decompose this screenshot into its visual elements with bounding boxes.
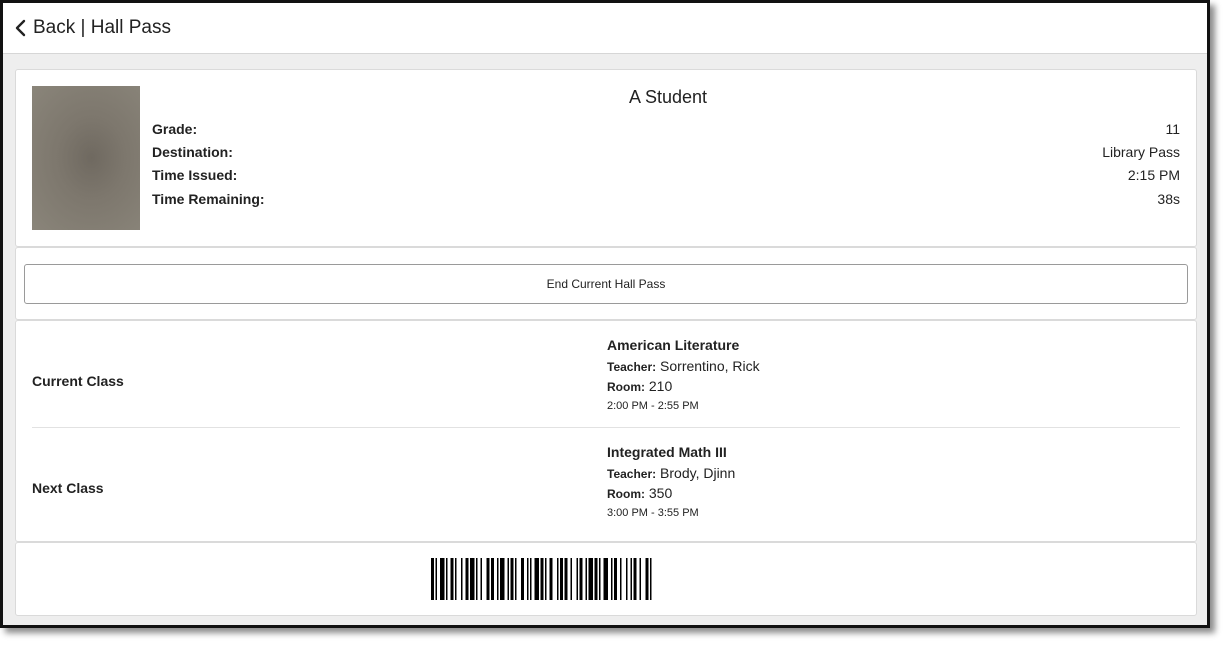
time-remaining-label: Time Remaining: (152, 191, 265, 207)
back-button[interactable]: Back | Hall Pass (13, 17, 171, 39)
next-class-info: Integrated Math III Teacher: Brody, Djin… (607, 444, 735, 519)
current-class-section: Current Class American Literature Teache… (32, 321, 1180, 428)
current-class-info: American Literature Teacher: Sorrentino,… (607, 337, 760, 412)
time-issued-value: 2:15 PM (1127, 167, 1180, 183)
next-class-section: Next Class Integrated Math III Teacher: … (32, 428, 1180, 534)
room-key: Room: (607, 487, 645, 501)
student-photo (32, 86, 140, 230)
destination-row: Destination: Library Pass (152, 142, 1180, 162)
time-remaining-value: 38s (1157, 191, 1180, 207)
student-card: A Student Grade: 11 Destination: Library… (15, 69, 1197, 247)
grade-row: Grade: 11 (152, 119, 1180, 139)
current-course-name: American Literature (607, 337, 740, 353)
room-key: Room: (607, 380, 645, 394)
next-teacher-line: Teacher: Brody, Djinn (607, 465, 735, 481)
current-class-time: 2:00 PM - 2:55 PM (607, 400, 699, 412)
next-class-label: Next Class (32, 480, 104, 496)
time-issued-row: Time Issued: 2:15 PM (152, 165, 1180, 185)
next-room-number: 350 (648, 485, 673, 501)
back-label: Back | Hall Pass (33, 17, 171, 38)
barcode-icon (431, 558, 652, 600)
student-name: A Student (628, 87, 708, 107)
next-room-line: Room: 350 (607, 485, 735, 501)
next-class-time: 3:00 PM - 3:55 PM (607, 507, 699, 519)
current-room-line: Room: 210 (607, 378, 760, 394)
teacher-key: Teacher: (607, 360, 657, 374)
next-teacher-name: Brody, Djinn (660, 465, 736, 481)
classes-card: Current Class American Literature Teache… (15, 320, 1197, 542)
time-remaining-row: Time Remaining: 38s (152, 189, 1180, 209)
next-course-name: Integrated Math III (607, 444, 727, 460)
end-hall-pass-button[interactable]: End Current Hall Pass (24, 264, 1188, 304)
current-class-label: Current Class (32, 373, 124, 389)
chevron-left-icon (15, 19, 26, 37)
current-room-number: 210 (648, 378, 673, 394)
barcode-card (15, 542, 1197, 616)
hall-pass-window: Back | Hall Pass A Student Grade: 11 Des… (0, 0, 1210, 628)
end-pass-card: End Current Hall Pass (15, 247, 1197, 320)
destination-value: Library Pass (1102, 144, 1180, 160)
current-teacher-name: Sorrentino, Rick (660, 358, 760, 374)
destination-label: Destination: (152, 144, 233, 160)
top-bar: Back | Hall Pass (3, 3, 1207, 54)
teacher-key: Teacher: (607, 467, 657, 481)
current-teacher-line: Teacher: Sorrentino, Rick (607, 358, 760, 374)
grade-label: Grade: (152, 121, 198, 137)
grade-value: 11 (1165, 121, 1180, 137)
time-issued-label: Time Issued: (152, 167, 238, 183)
